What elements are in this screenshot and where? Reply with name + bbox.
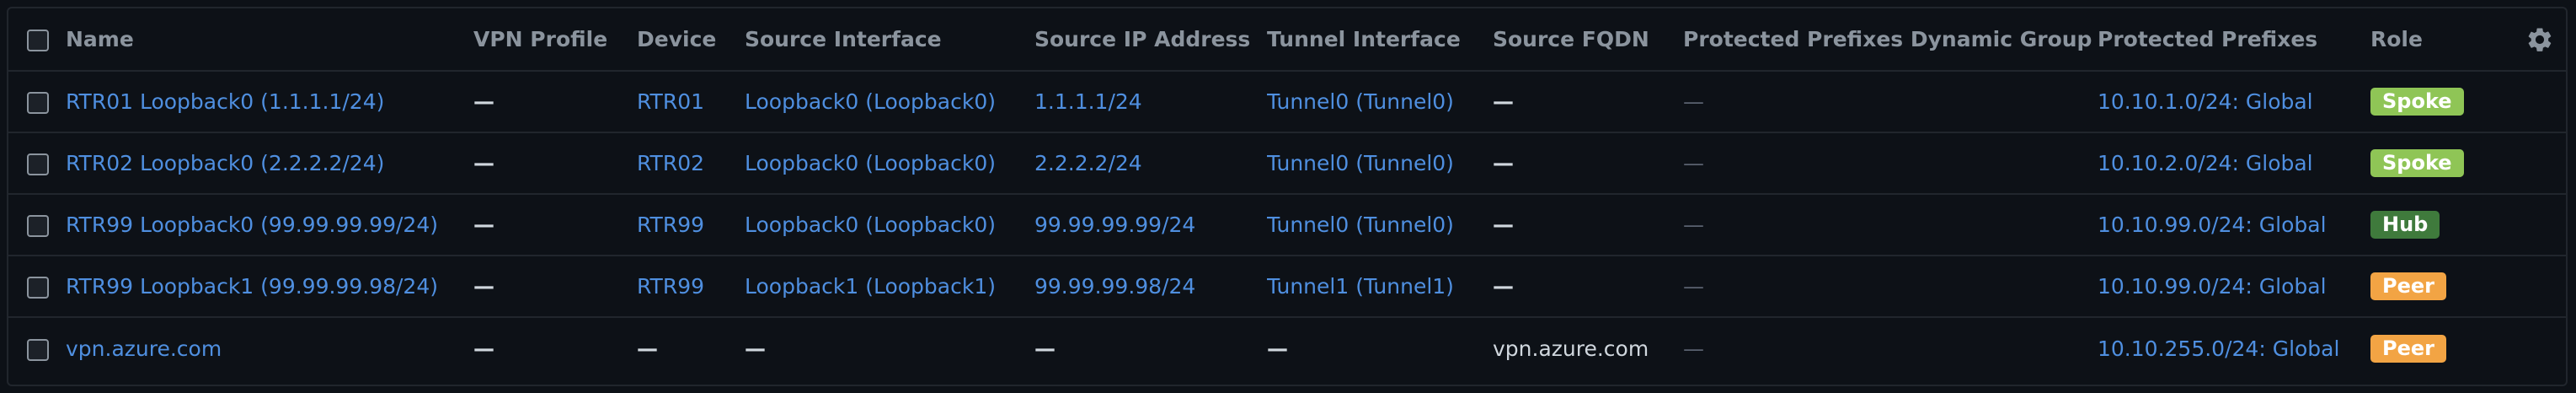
role-cell: Hub [2370,194,2497,256]
protected-prefixes-dg-value: — [1683,336,1704,361]
source-fqdn-value: — [1493,274,1514,299]
row-select-cell [8,317,66,379]
table-row: RTR01 Loopback0 (1.1.1.1/24) — RTR01 Loo… [8,71,2566,132]
tunnel-interface-link[interactable]: Tunnel0 (Tunnel0) [1267,71,1493,132]
row-select-cell [8,256,66,317]
endpoint-name-link[interactable]: RTR02 Loopback0 (2.2.2.2/24) [66,132,473,194]
protected-prefixes-dg-value: — [1683,151,1704,175]
role-cell: Peer [2370,256,2497,317]
tunnel-interface-link[interactable]: Tunnel0 (Tunnel0) [1267,194,1493,256]
device-link[interactable]: RTR01 [637,71,745,132]
source-ip-value: — [1034,336,1056,361]
vpn-tunnel-endpoints-table: Name VPN Profile Device Source Interface… [7,7,2568,386]
vpn-profile-value: — [473,151,494,175]
row-checkbox[interactable] [27,215,49,237]
endpoint-name-link[interactable]: RTR01 Loopback0 (1.1.1.1/24) [66,71,473,132]
vpn-profile-value: — [473,274,494,299]
select-all-checkbox[interactable] [27,30,49,51]
table-row: RTR99 Loopback0 (99.99.99.99/24) — RTR99… [8,194,2566,256]
device-link[interactable]: RTR99 [637,194,745,256]
table-row: vpn.azure.com — — — — — vpn.azure.com — … [8,317,2566,379]
header-protected-prefixes-dynamic-group[interactable]: Protected Prefixes Dynamic Group [1683,8,2098,71]
row-checkbox[interactable] [27,338,49,361]
row-actions-cell [2497,317,2566,379]
source-interface-value: — [745,336,766,361]
protected-prefix-link[interactable]: 10.10.2.0/24: Global [2098,132,2370,194]
row-actions-cell [2497,71,2566,132]
header-vpn-profile[interactable]: VPN Profile [473,8,637,71]
protected-prefixes-dg-value: — [1683,213,1704,237]
source-fqdn-value: — [1493,89,1514,114]
protected-prefixes-dg-value: — [1683,89,1704,114]
vpn-profile-value: — [473,213,494,237]
row-actions-cell [2497,256,2566,317]
row-checkbox[interactable] [27,153,49,175]
header-device[interactable]: Device [637,8,745,71]
tunnel-interface-link[interactable]: Tunnel0 (Tunnel0) [1267,132,1493,194]
role-cell: Spoke [2370,71,2497,132]
row-select-cell [8,194,66,256]
vpn-profile-value: — [473,336,494,361]
endpoint-name-link[interactable]: RTR99 Loopback1 (99.99.99.98/24) [66,256,473,317]
header-tunnel-interface[interactable]: Tunnel Interface [1267,8,1493,71]
select-all-cell [8,8,66,71]
role-badge: Hub [2370,211,2440,239]
vpn-profile-value: — [473,89,494,114]
source-interface-link[interactable]: Loopback0 (Loopback0) [745,132,1034,194]
header-source-ip-address[interactable]: Source IP Address [1034,8,1267,71]
device-value: — [637,336,658,361]
table-row: RTR02 Loopback0 (2.2.2.2/24) — RTR02 Loo… [8,132,2566,194]
role-badge: Peer [2370,334,2446,363]
header-protected-prefixes[interactable]: Protected Prefixes [2098,8,2370,71]
header-source-fqdn[interactable]: Source FQDN [1493,8,1683,71]
row-checkbox[interactable] [27,92,49,114]
row-select-cell [8,71,66,132]
source-fqdn-value: — [1493,213,1514,237]
source-ip-link[interactable]: 1.1.1.1/24 [1034,71,1267,132]
row-actions-cell [2497,132,2566,194]
source-ip-link[interactable]: 99.99.99.99/24 [1034,194,1267,256]
tunnel-interface-value: — [1267,336,1288,361]
protected-prefix-link[interactable]: 10.10.1.0/24: Global [2098,71,2370,132]
device-link[interactable]: RTR99 [637,256,745,317]
row-select-cell [8,132,66,194]
role-badge: Spoke [2370,88,2464,116]
protected-prefix-link[interactable]: 10.10.255.0/24: Global [2098,317,2370,379]
protected-prefixes-dg-value: — [1683,274,1704,299]
table-header-row: Name VPN Profile Device Source Interface… [8,8,2566,71]
table-row: RTR99 Loopback1 (99.99.99.98/24) — RTR99… [8,256,2566,317]
header-name[interactable]: Name [66,8,473,71]
source-interface-link[interactable]: Loopback1 (Loopback1) [745,256,1034,317]
tunnel-interface-link[interactable]: Tunnel1 (Tunnel1) [1267,256,1493,317]
role-badge: Peer [2370,272,2446,300]
role-badge: Spoke [2370,149,2464,177]
device-link[interactable]: RTR02 [637,132,745,194]
protected-prefix-link[interactable]: 10.10.99.0/24: Global [2098,256,2370,317]
endpoint-name-link[interactable]: vpn.azure.com [66,317,473,379]
endpoint-name-link[interactable]: RTR99 Loopback0 (99.99.99.99/24) [66,194,473,256]
table-config-cell [2497,8,2566,71]
source-interface-link[interactable]: Loopback0 (Loopback0) [745,194,1034,256]
endpoints-table: Name VPN Profile Device Source Interface… [8,8,2566,379]
source-fqdn-value: vpn.azure.com [1493,336,1649,361]
gear-icon[interactable] [2525,25,2554,54]
source-ip-link[interactable]: 2.2.2.2/24 [1034,132,1267,194]
source-interface-link[interactable]: Loopback0 (Loopback0) [745,71,1034,132]
row-checkbox[interactable] [27,277,49,299]
source-ip-link[interactable]: 99.99.99.98/24 [1034,256,1267,317]
role-cell: Spoke [2370,132,2497,194]
header-source-interface[interactable]: Source Interface [745,8,1034,71]
header-role[interactable]: Role [2370,8,2497,71]
row-actions-cell [2497,194,2566,256]
role-cell: Peer [2370,317,2497,379]
protected-prefix-link[interactable]: 10.10.99.0/24: Global [2098,194,2370,256]
source-fqdn-value: — [1493,151,1514,175]
